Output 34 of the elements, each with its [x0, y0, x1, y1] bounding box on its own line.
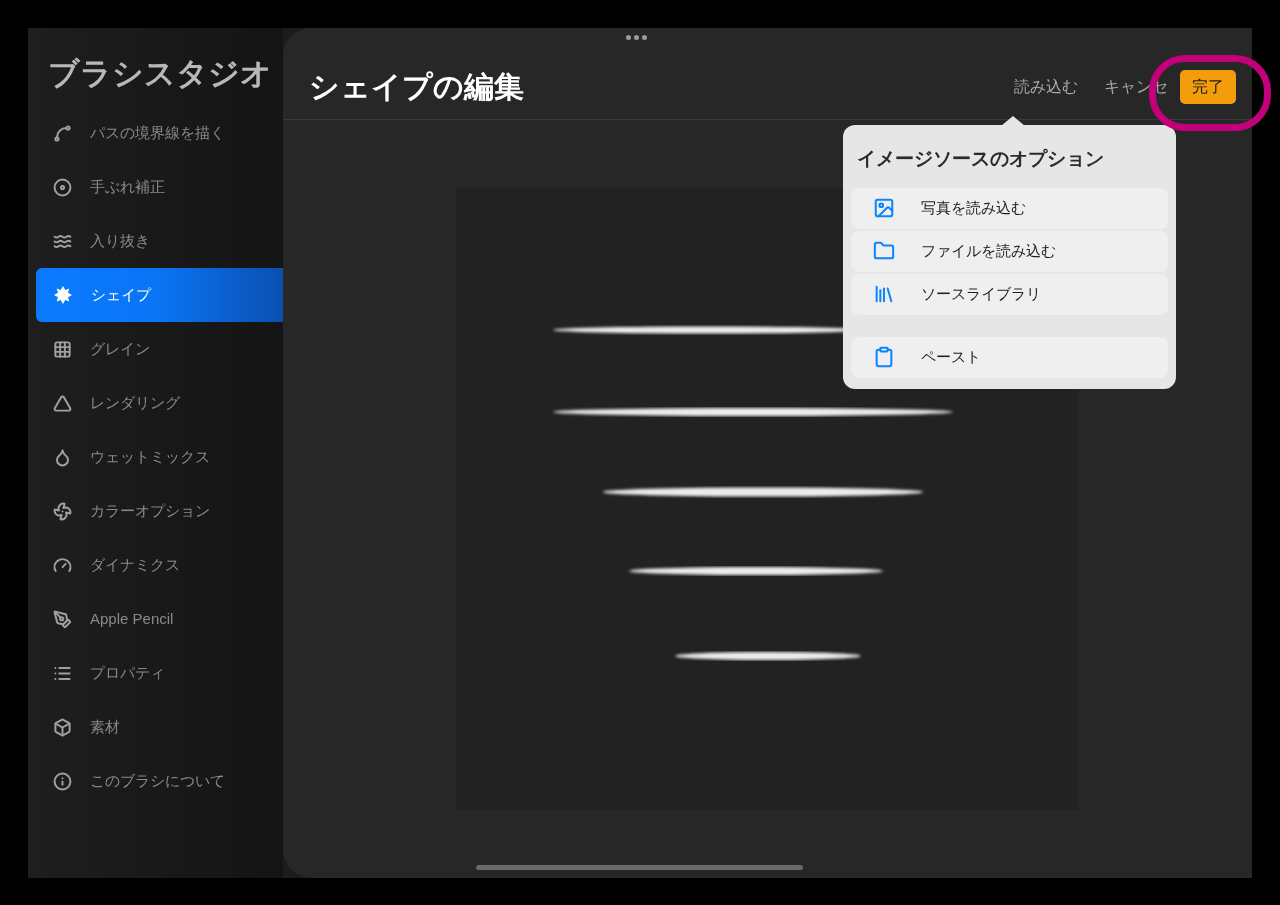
sidebar-item[interactable]: 素材 — [36, 700, 283, 754]
path-icon — [53, 123, 72, 143]
popover-title: イメージソースのオプション — [857, 147, 1105, 171]
done-button[interactable]: 完了 — [1180, 69, 1236, 104]
popover-item[interactable]: ソースライブラリ — [851, 273, 1168, 315]
books-icon — [873, 283, 895, 305]
sidebar-item[interactable]: ウェットミックス — [36, 430, 283, 484]
star-icon — [53, 285, 73, 305]
popover-item[interactable]: ペースト — [851, 336, 1168, 378]
sidebar-item[interactable]: グレイン — [36, 322, 283, 376]
sidebar-item[interactable]: シェイプ — [36, 268, 283, 322]
info-icon — [53, 771, 72, 791]
sidebar-item[interactable]: レンダリング — [36, 376, 283, 430]
popover-item[interactable]: 写真を読み込む — [851, 187, 1168, 229]
sidebar-item[interactable]: 手ぶれ補正 — [36, 160, 283, 214]
sidebar-item[interactable]: カラーオプション — [36, 484, 283, 538]
sidebar-item[interactable]: プロパティ — [36, 646, 283, 700]
sidebar-item[interactable]: ダイナミクス — [36, 538, 283, 592]
gauge-icon — [53, 555, 72, 575]
drag-handle-icon[interactable] — [626, 35, 647, 40]
sidebar-title: ブラシスタジオ — [48, 55, 272, 93]
sidebar-item[interactable]: パスの境界線を描く — [36, 106, 283, 160]
popover-item[interactable]: ファイルを読み込む — [851, 230, 1168, 272]
sidebar-item[interactable]: Apple Pencil — [36, 592, 283, 646]
folder-icon — [873, 240, 895, 262]
import-button[interactable]: 読み込む — [1014, 74, 1078, 99]
clipboard-icon — [873, 346, 895, 368]
editor-title: シェイプの編集 — [309, 69, 524, 105]
droplet-icon — [53, 447, 72, 467]
cube-icon — [53, 717, 72, 737]
sidebar-item[interactable]: このブラシについて — [36, 754, 283, 808]
photo-icon — [873, 197, 895, 219]
sidebar-item[interactable]: 入り抜き — [36, 214, 283, 268]
pinwheel-icon — [53, 501, 72, 521]
